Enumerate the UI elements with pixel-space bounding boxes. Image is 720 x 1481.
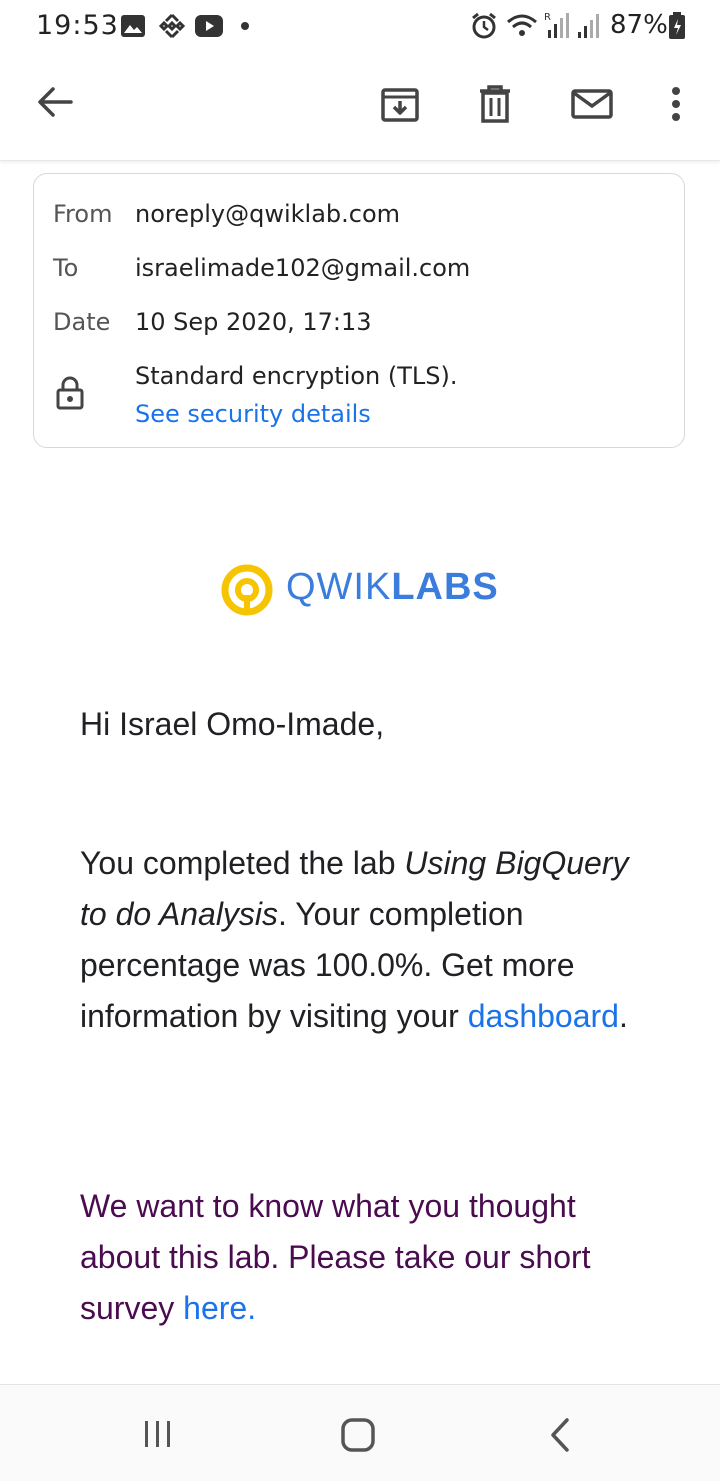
archive-icon [381,88,419,122]
mail-icon [571,89,613,119]
signal-icon: R [544,12,569,38]
signal-icon [578,14,599,38]
survey-paragraph: We want to know what you thought about t… [80,1181,660,1334]
battery-percentage: 87% [610,10,668,40]
alarm-icon [472,12,496,39]
completion-paragraph: You completed the lab Using BigQuery to … [80,838,660,1042]
archive-button[interactable] [370,74,430,134]
battery-icon [669,12,685,39]
svg-text:R: R [544,12,551,23]
greeting: Hi Israel Omo-Imade, [80,706,385,742]
date-label: Date [53,308,111,336]
more-vert-icon [672,87,680,121]
status-bar: 19:53 R 87% [0,0,720,52]
from-value: noreply@qwiklab.com [135,200,401,228]
recents-icon[interactable] [142,1419,174,1449]
logo-text-bold: LABS [391,566,499,608]
home-icon[interactable] [340,1417,376,1453]
from-label: From [53,200,113,228]
qwiklabs-ring-icon [221,564,273,616]
delete-icon [480,85,510,123]
mark-unread-button[interactable] [562,74,622,134]
logo-wordmark: QWIKLABS [286,566,499,609]
wifi-icon [507,14,537,36]
back-icon[interactable] [548,1417,572,1453]
youtube-icon [195,15,223,37]
survey-link[interactable]: here [183,1290,247,1326]
clock: 19:53 [36,10,119,41]
message-details-card: From noreply@qwiklab.com To israelimade1… [33,173,685,448]
lock-icon [56,376,84,410]
dot-icon [241,22,249,30]
email-toolbar [0,52,720,161]
back-button[interactable] [25,72,85,132]
logo-text-light: QWIK [286,566,392,608]
dashboard-link[interactable]: dashboard [468,998,619,1034]
to-value: israelimade102@gmail.com [135,254,471,282]
more-options-button[interactable] [646,74,706,134]
date-value: 10 Sep 2020, 17:13 [135,308,372,336]
survey-text: We want to know what you thought about t… [80,1188,591,1326]
paragraph-text: . [618,998,628,1034]
back-arrow-icon [38,87,73,117]
survey-text-end: . [247,1290,257,1326]
binance-icon [158,13,186,39]
encryption-text: Standard encryption (TLS). [135,362,458,390]
image-icon [121,15,145,37]
security-details-link[interactable]: See security details [135,400,371,428]
system-nav-bar [0,1384,720,1481]
paragraph-text: You completed the lab [80,845,405,881]
delete-button[interactable] [465,74,525,134]
qwiklabs-logo: QWIKLABS [220,563,510,616]
to-label: To [53,254,79,282]
